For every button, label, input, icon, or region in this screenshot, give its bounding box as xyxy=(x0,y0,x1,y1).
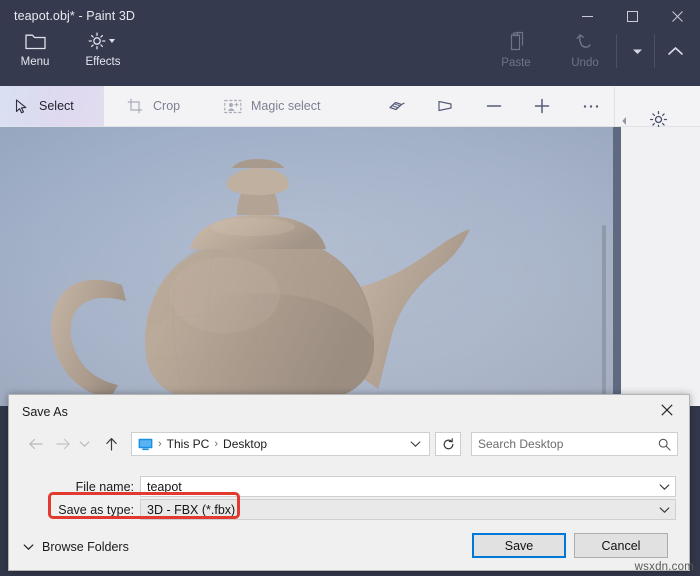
maximize-icon xyxy=(627,11,638,22)
title-bar: teapot.obj* - Paint 3D xyxy=(0,0,700,86)
paint3d-window: teapot.obj* - Paint 3D xyxy=(0,0,700,576)
chevron-down-icon xyxy=(659,483,670,491)
breadcrumb-separator-0: › xyxy=(158,438,162,450)
nav-recent-button[interactable] xyxy=(75,432,93,456)
cursor-arrow-icon xyxy=(12,99,30,114)
paste-button[interactable]: Paste xyxy=(488,30,544,69)
menu-button[interactable]: Menu xyxy=(6,30,64,68)
close-icon xyxy=(661,404,673,416)
chevron-left-icon xyxy=(621,116,628,126)
paste-label: Paste xyxy=(501,57,530,69)
chevron-down-icon xyxy=(410,440,421,448)
file-name-value: teapot xyxy=(147,480,182,494)
close-button[interactable] xyxy=(655,0,700,32)
save-as-type-dropdown-button[interactable] xyxy=(653,500,675,519)
chevron-down-icon xyxy=(23,543,34,551)
more-tools-button[interactable] xyxy=(624,34,650,68)
refresh-button[interactable] xyxy=(435,432,461,456)
undo-button[interactable]: Undo xyxy=(557,30,613,69)
nav-back-button[interactable] xyxy=(23,432,47,456)
arrow-left-icon xyxy=(28,438,43,450)
crop-icon xyxy=(126,98,144,114)
save-as-type-row: Save as type: 3D - FBX (*.fbx) xyxy=(9,499,691,521)
right-side-panel xyxy=(621,127,700,406)
ribbon-tab-crop[interactable]: Crop xyxy=(114,86,192,126)
close-icon xyxy=(672,11,683,22)
maximize-button[interactable] xyxy=(610,0,655,32)
file-name-label: File name: xyxy=(9,476,134,498)
save-as-dialog: Save As xyxy=(8,394,690,571)
chevron-up-icon xyxy=(667,46,684,57)
ribbon-tab-select[interactable]: Select xyxy=(0,86,104,126)
this-pc-icon xyxy=(138,438,153,451)
collapse-ribbon-button[interactable] xyxy=(662,34,688,68)
dialog-navigation-bar: › This PC › Desktop Search Desktop xyxy=(23,432,678,456)
ribbon-label-crop: Crop xyxy=(153,99,180,113)
save-button[interactable]: Save xyxy=(472,533,566,558)
3d-teapot-model xyxy=(0,127,613,406)
minimize-icon xyxy=(582,11,593,22)
effects-label: Effects xyxy=(86,56,121,68)
save-as-type-select[interactable]: 3D - FBX (*.fbx) xyxy=(140,499,676,520)
nav-forward-button[interactable] xyxy=(51,432,75,456)
window-title: teapot.obj* - Paint 3D xyxy=(14,9,135,23)
3d-view-icon[interactable] xyxy=(383,92,413,120)
chevron-down-icon xyxy=(79,440,90,448)
magic-select-icon xyxy=(224,99,242,114)
search-placeholder: Search Desktop xyxy=(478,437,658,451)
viewport-edge-strip xyxy=(613,127,621,406)
ribbon-label-magic-select: Magic select xyxy=(251,99,320,113)
cancel-button[interactable]: Cancel xyxy=(574,533,668,558)
arrow-up-icon xyxy=(105,437,118,451)
perspective-view-icon[interactable] xyxy=(431,92,461,120)
arrow-right-icon xyxy=(56,438,71,450)
address-dropdown-button[interactable] xyxy=(401,433,429,455)
breadcrumb-desktop[interactable]: Desktop xyxy=(223,437,267,451)
browse-folders-label: Browse Folders xyxy=(42,540,129,554)
search-input[interactable]: Search Desktop xyxy=(471,432,678,456)
file-name-dropdown-button[interactable] xyxy=(653,477,675,496)
clipboard-icon xyxy=(507,30,526,52)
watermark: wsxdn.com xyxy=(635,561,694,573)
save-as-type-label: Save as type: xyxy=(9,499,134,521)
nav-up-button[interactable] xyxy=(99,432,123,456)
breadcrumb-this-pc[interactable]: This PC xyxy=(167,437,210,451)
zoom-out-icon[interactable] xyxy=(479,92,509,120)
dialog-title: Save As xyxy=(22,405,68,419)
menu-label: Menu xyxy=(21,56,50,68)
ribbon-right-divider xyxy=(614,87,615,127)
chevron-down-icon xyxy=(631,47,644,56)
refresh-icon xyxy=(442,438,455,451)
save-as-type-value: 3D - FBX (*.fbx) xyxy=(147,503,235,517)
file-name-input[interactable]: teapot xyxy=(140,476,676,497)
tool-ribbon: Select Crop Magic select xyxy=(0,86,700,127)
address-bar[interactable]: › This PC › Desktop xyxy=(131,432,430,456)
undo-arrow-icon xyxy=(575,30,595,52)
canvas-scrollbar[interactable] xyxy=(602,225,606,406)
window-controls xyxy=(565,0,700,32)
panel-collapse-button[interactable] xyxy=(618,114,630,128)
sun-effects-icon xyxy=(87,30,119,52)
zoom-in-icon[interactable] xyxy=(527,92,557,120)
ribbon-label-select: Select xyxy=(39,99,74,113)
dialog-close-button[interactable] xyxy=(645,395,689,425)
search-icon xyxy=(658,438,671,451)
folder-icon xyxy=(25,30,46,52)
chevron-down-icon xyxy=(659,506,670,514)
more-options-icon[interactable] xyxy=(576,92,606,120)
breadcrumb-separator-1: › xyxy=(214,438,218,450)
canvas-viewport[interactable] xyxy=(0,127,613,406)
lighting-sun-icon xyxy=(649,110,668,129)
ribbon-tab-magic-select[interactable]: Magic select xyxy=(212,86,332,126)
undo-label: Undo xyxy=(571,57,599,69)
toolbar-divider xyxy=(616,34,617,68)
effects-button[interactable]: Effects xyxy=(74,30,132,68)
minimize-button[interactable] xyxy=(565,0,610,32)
file-name-row: File name: teapot xyxy=(9,476,691,498)
browse-folders-toggle[interactable]: Browse Folders xyxy=(23,540,129,554)
toolbar-divider-2 xyxy=(654,34,655,68)
